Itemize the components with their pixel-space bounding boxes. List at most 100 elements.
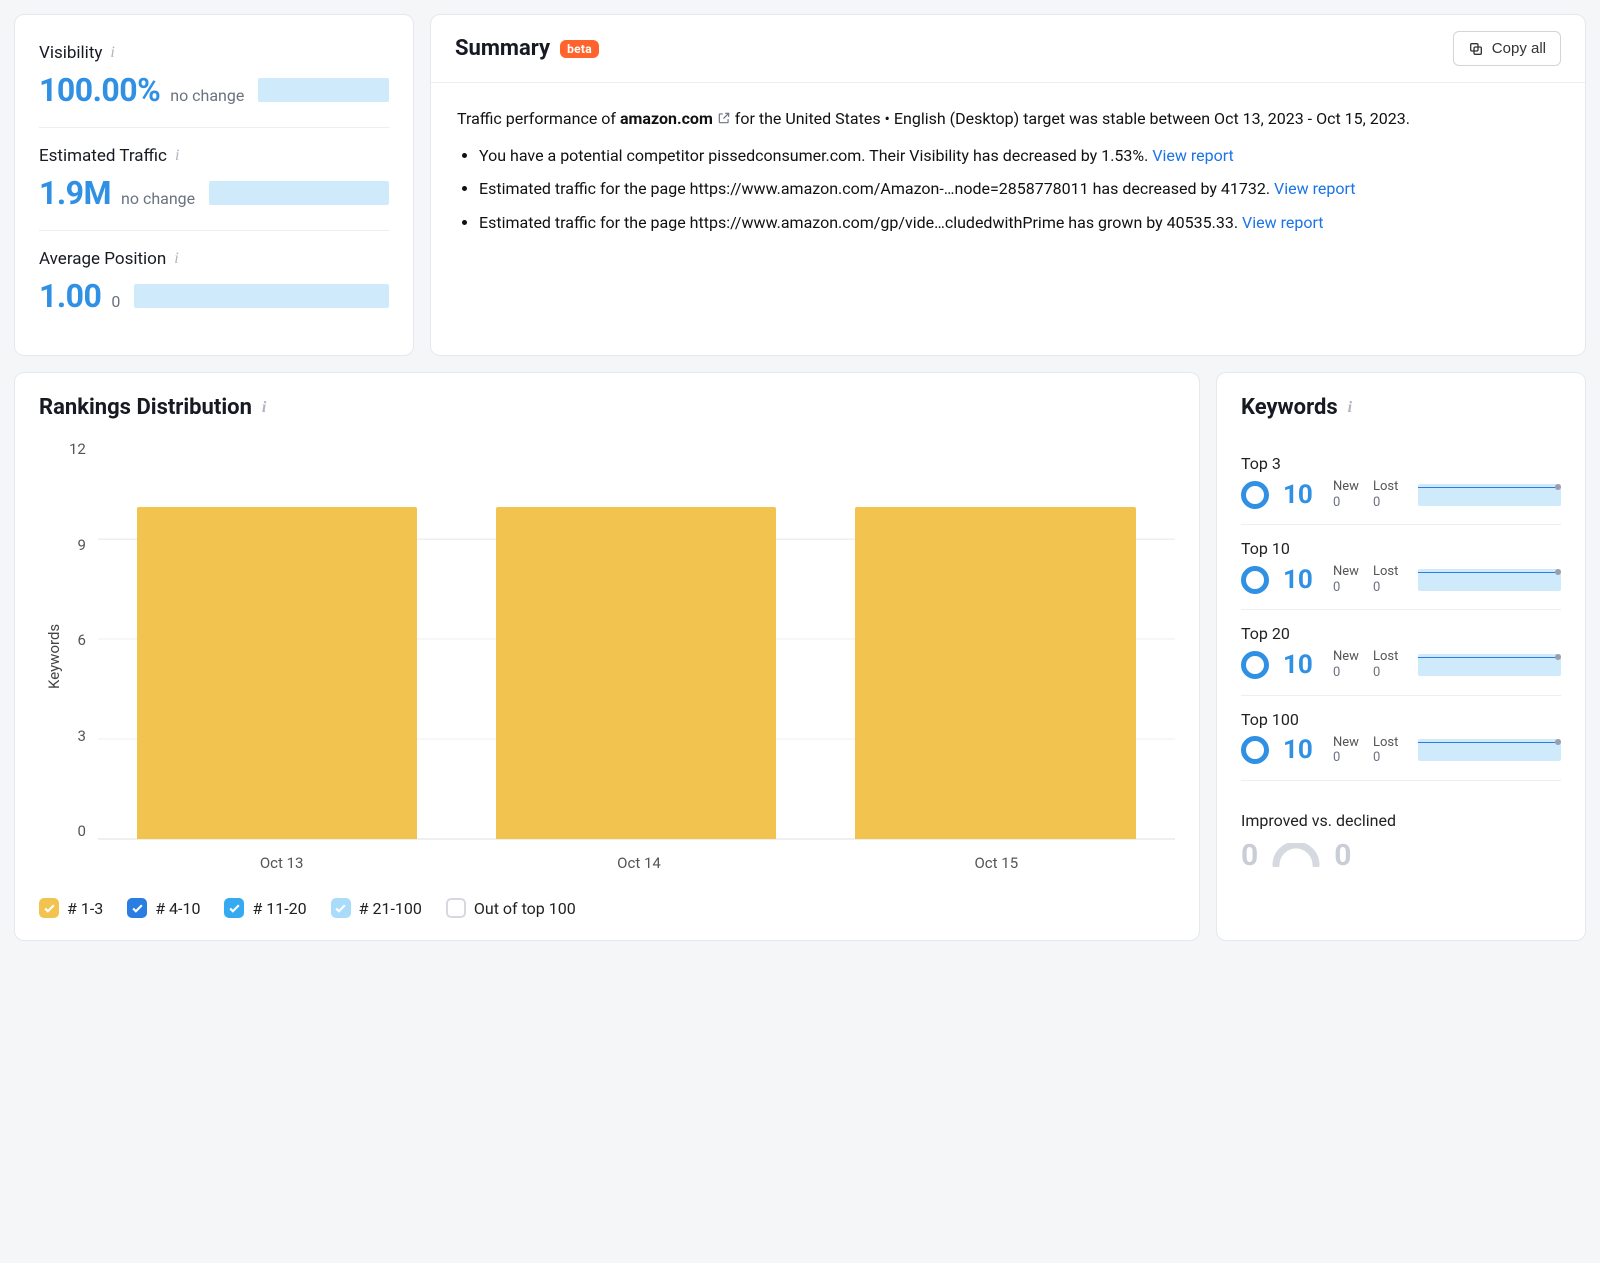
metric-subtext: no change — [121, 189, 195, 208]
summary-domain: amazon.com — [620, 109, 713, 128]
keyword-lost: Lost0 — [1373, 479, 1398, 510]
bar-cell — [457, 440, 816, 839]
summary-card: Summary beta Copy all Traffic performanc… — [430, 14, 1586, 356]
checkbox-icon — [39, 898, 59, 918]
rankings-distribution-card: Rankings Distribution i Keywords 129630 … — [14, 372, 1200, 941]
view-report-link[interactable]: View report — [1242, 213, 1323, 232]
metric-label: Visibility — [39, 43, 102, 63]
keyword-group-label: Top 100 — [1241, 710, 1561, 729]
legend-item-4-10[interactable]: # 4-10 — [127, 898, 200, 918]
legend-label: Out of top 100 — [474, 899, 576, 918]
summary-body[interactable]: Traffic performance of amazon.com for th… — [431, 83, 1585, 355]
legend-item-out-of-top-100[interactable]: Out of top 100 — [446, 898, 576, 918]
improved-count: 0 — [1241, 838, 1258, 873]
keyword-count: 10 — [1283, 480, 1319, 510]
keyword-count: 10 — [1283, 565, 1319, 595]
ring-icon — [1241, 566, 1269, 594]
rankings-chart: Keywords 129630 Oct 13Oct 14Oct 15 — [39, 440, 1175, 872]
external-link-icon[interactable] — [717, 111, 731, 125]
y-axis-label: Keywords — [39, 440, 69, 872]
x-tick: Oct 13 — [103, 840, 460, 872]
keyword-lost: Lost0 — [1373, 649, 1398, 680]
ring-icon — [1241, 651, 1269, 679]
metric-visibility: Visibility i 100.00% no change — [39, 37, 389, 127]
metric-value: 1.9M — [39, 174, 111, 212]
keyword-new: New0 — [1333, 735, 1359, 766]
summary-intro-post: for the United States • English (Desktop… — [735, 109, 1410, 128]
legend-label: # 4-10 — [155, 899, 200, 918]
keyword-new: New0 — [1333, 479, 1359, 510]
x-tick: Oct 15 — [818, 840, 1175, 872]
chart-plot-area — [98, 440, 1175, 840]
keyword-count: 10 — [1283, 735, 1319, 765]
keyword-sparkline — [1418, 739, 1561, 761]
keyword-sparkline — [1418, 654, 1561, 676]
keywords-heading: Keywords — [1241, 395, 1338, 420]
y-tick: 0 — [69, 822, 86, 840]
rankings-heading: Rankings Distribution — [39, 395, 252, 420]
info-icon[interactable]: i — [1348, 400, 1352, 416]
beta-badge: beta — [560, 40, 599, 58]
bar[interactable] — [496, 507, 776, 840]
info-icon[interactable]: i — [262, 400, 266, 416]
metric-estimated-traffic: Estimated Traffic i 1.9M no change — [39, 127, 389, 230]
summary-bullet: Estimated traffic for the page https://w… — [479, 209, 1559, 236]
x-tick: Oct 14 — [460, 840, 817, 872]
keyword-sparkline — [1418, 569, 1561, 591]
summary-title: Summary — [455, 36, 550, 61]
declined-count: 0 — [1334, 838, 1351, 873]
metric-label: Estimated Traffic — [39, 146, 167, 166]
info-icon[interactable]: i — [175, 148, 179, 164]
info-icon[interactable]: i — [174, 251, 178, 267]
ring-icon — [1241, 481, 1269, 509]
keyword-group: Top 20 10 New0 Lost0 — [1241, 609, 1561, 694]
copy-all-button[interactable]: Copy all — [1453, 31, 1561, 66]
legend-item-11-20[interactable]: # 11-20 — [224, 898, 306, 918]
metric-sparkbar — [209, 181, 389, 205]
metric-subtext: 0 — [111, 292, 120, 311]
copy-all-label: Copy all — [1492, 40, 1546, 57]
keyword-sparkline — [1418, 484, 1561, 506]
keyword-new: New0 — [1333, 564, 1359, 595]
keyword-group-label: Top 3 — [1241, 454, 1561, 473]
keyword-count: 10 — [1283, 650, 1319, 680]
y-tick: 12 — [69, 440, 86, 458]
keyword-group-label: Top 20 — [1241, 624, 1561, 643]
metric-average-position: Average Position i 1.00 0 — [39, 230, 389, 333]
bar-cell — [98, 440, 457, 839]
bar-cell — [816, 440, 1175, 839]
legend-label: # 21-100 — [359, 899, 422, 918]
metric-sparkbar — [134, 284, 389, 308]
y-tick: 9 — [69, 536, 86, 554]
metric-subtext: no change — [170, 86, 244, 105]
keyword-lost: Lost0 — [1373, 735, 1398, 766]
y-tick: 6 — [69, 631, 86, 649]
bar[interactable] — [137, 507, 417, 840]
metric-label: Average Position — [39, 249, 166, 269]
checkbox-icon — [331, 898, 351, 918]
view-report-link[interactable]: View report — [1274, 179, 1355, 198]
metric-value: 100.00% — [39, 71, 160, 109]
view-report-link[interactable]: View report — [1152, 146, 1233, 165]
keyword-group: Top 3 10 New0 Lost0 — [1241, 440, 1561, 524]
keyword-group: Top 100 10 New0 Lost0 — [1241, 695, 1561, 780]
summary-intro-pre: Traffic performance of — [457, 109, 620, 128]
keyword-group: Top 1010New0Lost0 — [1241, 524, 1561, 609]
improved-declined-label: Improved vs. declined — [1241, 811, 1561, 830]
summary-bullet-text: You have a potential competitor pissedco… — [479, 146, 1152, 165]
summary-bullet: You have a potential competitor pissedco… — [479, 142, 1559, 169]
metrics-card: Visibility i 100.00% no change Estimated… — [14, 14, 414, 356]
legend-item-21-100[interactable]: # 21-100 — [331, 898, 422, 918]
summary-bullet: Estimated traffic for the page https://w… — [479, 175, 1559, 202]
bar[interactable] — [855, 507, 1135, 840]
info-icon[interactable]: i — [110, 45, 114, 61]
summary-list: You have a potential competitor pissedco… — [457, 142, 1559, 236]
improved-vs-declined: Improved vs. declined 0 0 — [1241, 780, 1561, 887]
legend-item-1-3[interactable]: # 1-3 — [39, 898, 103, 918]
ring-icon — [1241, 736, 1269, 764]
keyword-lost: Lost0 — [1373, 564, 1398, 595]
keyword-new: New0 — [1333, 649, 1359, 680]
keywords-card: Keywords i Top 310New0Lost0Top 1010New0L… — [1216, 372, 1586, 941]
summary-header: Summary beta Copy all — [431, 15, 1585, 83]
copy-icon — [1468, 41, 1484, 57]
